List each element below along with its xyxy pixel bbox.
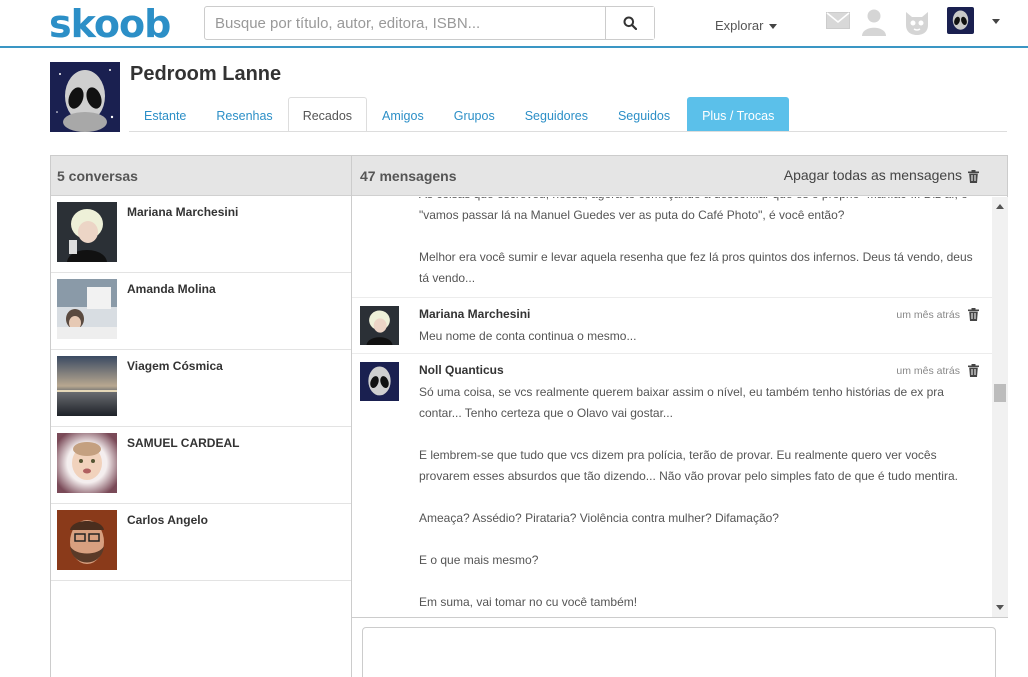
trash-icon	[968, 169, 979, 183]
delete-message-icon[interactable]	[968, 364, 979, 377]
messages-panel: 47 mensagens Apagar todas as mensagens A…	[351, 155, 1008, 677]
conversation-item[interactable]: SAMUEL CARDEAL	[51, 427, 351, 504]
message-text: E lembrem-se que tudo que vcs dizem pra …	[419, 448, 958, 483]
user-avatar[interactable]	[947, 7, 974, 34]
conversation-item[interactable]: Viagem Cósmica	[51, 350, 351, 427]
message-author-avatar[interactable]	[360, 362, 399, 401]
scroll-down-arrow-icon[interactable]	[996, 605, 1004, 610]
chevron-down-icon	[769, 24, 778, 30]
tab-estante[interactable]: Estante	[129, 97, 201, 132]
tab-seguidores[interactable]: Seguidores	[510, 97, 603, 132]
delete-all-label: Apagar todas as mensagens	[783, 167, 962, 183]
user-icon[interactable]	[860, 8, 888, 36]
message-text: Só uma coisa, se vcs realmente querem ba…	[419, 385, 944, 420]
top-navigation-bar: skoob Explorar	[0, 0, 1028, 48]
scroll-up-arrow-icon[interactable]	[996, 204, 1004, 209]
messages-count: 47 mensagens	[360, 168, 457, 184]
cat-icon[interactable]	[903, 8, 931, 36]
tab-amigos[interactable]: Amigos	[367, 97, 439, 132]
message-author[interactable]: Noll Quanticus	[419, 363, 504, 377]
messages-scrollbar[interactable]	[992, 197, 1008, 617]
explore-menu[interactable]: Explorar	[715, 18, 778, 33]
message-text-line: As coisas que escreveu, nossa, agora to …	[419, 197, 979, 205]
delete-message-icon[interactable]	[968, 308, 979, 321]
tab-seguidos[interactable]: Seguidos	[603, 97, 685, 132]
conversation-name: Carlos Angelo	[127, 513, 208, 527]
message-item: Mariana Marchesini um mês atrás Meu nome…	[352, 297, 992, 353]
tab-grupos[interactable]: Grupos	[439, 97, 510, 132]
conversations-count: 5 conversas	[51, 156, 351, 196]
messages-list[interactable]: As coisas que escreveu, nossa, agora to …	[352, 197, 992, 617]
message-text: E o que mais mesmo?	[419, 553, 539, 567]
conversation-avatar	[57, 510, 117, 570]
search-icon	[623, 16, 637, 30]
message-text: Meu nome de conta continua o mesmo...	[419, 329, 637, 343]
conversation-name: Viagem Cósmica	[127, 359, 223, 373]
compose-area	[352, 617, 1008, 677]
delete-all-messages-button[interactable]: Apagar todas as mensagens	[784, 156, 979, 196]
message-text: Em suma, vai tomar no cu você também!	[419, 595, 638, 609]
message-author-avatar[interactable]	[360, 306, 399, 345]
mail-icon[interactable]	[826, 12, 850, 29]
tab-recados[interactable]: Recados	[287, 97, 368, 132]
user-menu-chevron-icon[interactable]	[992, 19, 1000, 24]
message-item: Noll Quanticus um mês atrás Só uma coisa…	[352, 353, 992, 617]
messages-header: 47 mensagens Apagar todas as mensagens	[352, 156, 1007, 196]
profile-avatar	[50, 62, 120, 132]
skoob-logo[interactable]: skoob	[49, 2, 171, 46]
tabs-divider	[129, 131, 1007, 132]
message-text: Ameaça? Assédio? Pirataria? Violência co…	[419, 511, 779, 525]
search-box	[204, 6, 655, 40]
conversation-item[interactable]: Mariana Marchesini	[51, 196, 351, 273]
profile-name: Pedroom Lanne	[130, 63, 282, 85]
message-body: Só uma coisa, se vcs realmente querem ba…	[419, 382, 979, 617]
conversation-item[interactable]: Amanda Molina	[51, 273, 351, 350]
conversation-avatar	[57, 279, 117, 339]
conversation-avatar	[57, 433, 117, 493]
explore-label: Explorar	[715, 18, 764, 33]
conversation-avatar	[57, 202, 117, 262]
tab-plus-trocas[interactable]: Plus / Trocas	[687, 97, 790, 132]
message-compose-input[interactable]	[362, 627, 996, 677]
tab-resenhas[interactable]: Resenhas	[201, 97, 287, 132]
conversation-name: SAMUEL CARDEAL	[127, 436, 240, 450]
conversations-panel: 5 conversas Mariana Marchesini Amanda Mo…	[50, 155, 352, 677]
scrollbar-thumb[interactable]	[994, 384, 1006, 402]
conversation-name: Amanda Molina	[127, 282, 216, 296]
message-timestamp: um mês atrás	[896, 309, 960, 321]
profile-tabs: Estante Resenhas Recados Amigos Grupos S…	[129, 97, 790, 132]
conversation-name: Mariana Marchesini	[127, 205, 239, 219]
message-text: Melhor era você sumir e levar aquela res…	[419, 250, 973, 285]
message-author[interactable]: Mariana Marchesini	[419, 307, 530, 321]
search-button[interactable]	[605, 7, 654, 39]
conversation-avatar	[57, 356, 117, 416]
message-text-line: "vamos passar lá na Manuel Guedes ver as…	[419, 208, 845, 222]
message-timestamp: um mês atrás	[896, 365, 960, 377]
conversation-item[interactable]: Carlos Angelo	[51, 504, 351, 581]
search-input[interactable]	[205, 7, 606, 39]
